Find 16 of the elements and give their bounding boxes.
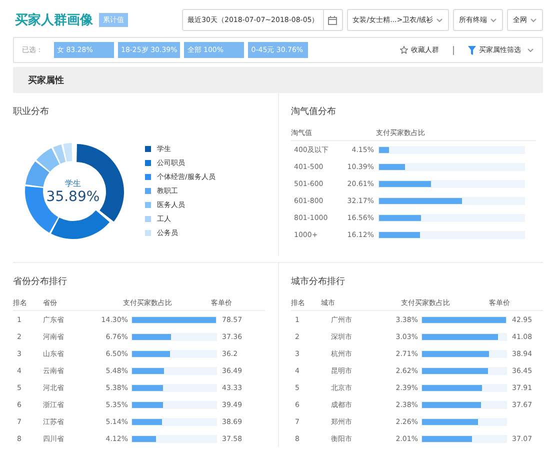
panel-title: 职业分布: [13, 106, 50, 118]
chevron-icon: [436, 18, 443, 22]
star-icon: [400, 46, 408, 54]
chevron-icon: [490, 18, 497, 22]
center-label: 学生: [65, 178, 81, 188]
panel-title: 淘气值分布: [291, 106, 337, 118]
funnel-icon: [468, 46, 476, 54]
center-value: 35.89%: [46, 188, 100, 204]
section-title: 买家属性: [13, 67, 543, 93]
panel-title: 城市分布排行: [291, 276, 346, 288]
chevron-icon: [527, 48, 534, 52]
chevron-icon: [530, 18, 537, 22]
page-title: 买家人群画像: [15, 12, 93, 29]
panel-title: 省份分布排行: [13, 276, 68, 288]
calendar-icon: [328, 16, 337, 24]
donut-slice: [63, 142, 72, 162]
